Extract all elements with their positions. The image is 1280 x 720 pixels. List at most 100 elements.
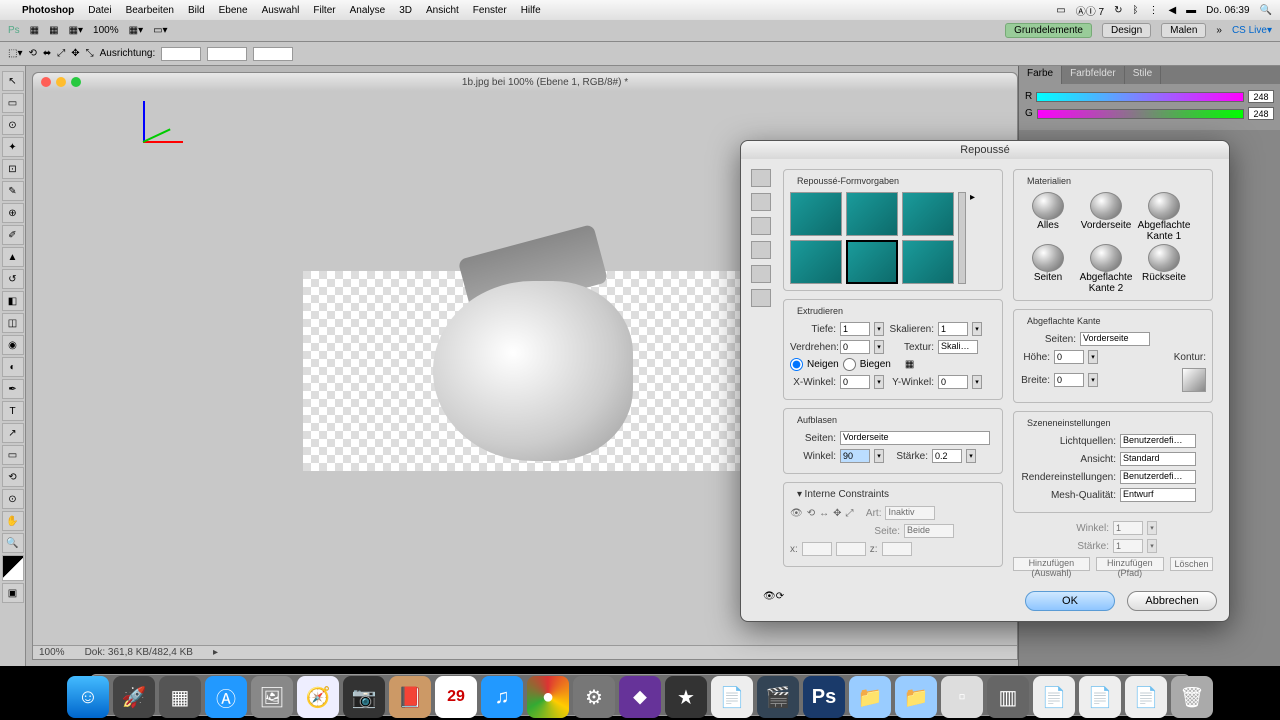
dock-stack-icon[interactable]: ▥ xyxy=(987,676,1029,718)
color-r-slider[interactable] xyxy=(1036,92,1244,102)
3d-camera-tool[interactable]: ⊙ xyxy=(2,489,24,509)
constraint-tool-icon[interactable]: 👁 xyxy=(790,508,803,519)
disclosure-icon[interactable]: ▾ xyxy=(797,489,802,500)
material-swatch[interactable] xyxy=(1032,192,1064,220)
scale-input[interactable] xyxy=(938,322,968,336)
brush-tool[interactable]: ✐ xyxy=(2,225,24,245)
spinner-icon[interactable]: ▾ xyxy=(972,322,982,336)
dock-textedit-icon[interactable]: 📄 xyxy=(711,676,753,718)
dock-photobooth-icon[interactable]: 📷 xyxy=(343,676,385,718)
zoom-tool[interactable]: 🔍 xyxy=(2,533,24,553)
view-extras-icon[interactable]: ▦▾ xyxy=(69,25,83,36)
menubar-clock[interactable]: Do. 06:39 xyxy=(1206,5,1249,16)
constraint-z-input[interactable] xyxy=(882,542,912,556)
spinner-icon[interactable]: ▾ xyxy=(1088,373,1098,387)
constraint-y-input[interactable] xyxy=(836,542,866,556)
dock-contacts-icon[interactable]: 📕 xyxy=(389,676,431,718)
constraint-x-input[interactable] xyxy=(802,542,832,556)
xangle-input[interactable] xyxy=(840,375,870,389)
workspace-grundelemente[interactable]: Grundelemente xyxy=(1005,23,1092,38)
marquee-tool[interactable]: ▭ xyxy=(2,93,24,113)
spotlight-icon[interactable]: 🔍 xyxy=(1260,5,1272,16)
bend-radio-biegen[interactable] xyxy=(843,358,856,371)
inflate-strength-input[interactable] xyxy=(932,449,962,463)
texture-select[interactable]: Skali… xyxy=(938,340,978,354)
menu-bild[interactable]: Bild xyxy=(188,5,205,16)
render-select[interactable]: Benutzerdefi… xyxy=(1120,470,1196,484)
bevel-width-input[interactable] xyxy=(1054,373,1084,387)
color-g-slider[interactable] xyxy=(1037,109,1244,119)
workspace-malen[interactable]: Malen xyxy=(1161,23,1206,38)
dodge-tool[interactable]: ◐ xyxy=(2,357,24,377)
dock-trash-icon[interactable]: 🗑 xyxy=(1171,676,1213,718)
material-swatch[interactable] xyxy=(1032,244,1064,272)
cancel-button[interactable]: Abbrechen xyxy=(1127,591,1217,611)
history-brush-tool[interactable]: ↺ xyxy=(2,269,24,289)
spinner-icon[interactable]: ▾ xyxy=(966,449,976,463)
twist-input[interactable] xyxy=(840,340,870,354)
material-swatch[interactable] xyxy=(1148,244,1180,272)
bluetooth-icon[interactable]: ᛒ xyxy=(1132,5,1138,16)
menu-hilfe[interactable]: Hilfe xyxy=(521,5,541,16)
orientation-z[interactable] xyxy=(253,47,293,61)
constraint-tool-icon[interactable]: ✥ xyxy=(833,508,841,519)
status-arrow-icon[interactable]: ▸ xyxy=(213,647,218,658)
3d-tool-icon[interactable]: ⬌ xyxy=(43,48,51,59)
spinner-icon[interactable]: ▾ xyxy=(874,340,884,354)
workspace-design[interactable]: Design xyxy=(1102,23,1151,38)
dock-calendar-icon[interactable]: 29 xyxy=(435,676,477,718)
bend-radio-neigen[interactable] xyxy=(790,358,803,371)
spinner-icon[interactable]: ▾ xyxy=(1088,350,1098,364)
preset-flyout-icon[interactable]: ▸ xyxy=(970,192,975,284)
tool-light-icon[interactable] xyxy=(751,289,771,307)
dock-safari-icon[interactable]: 🧭 xyxy=(297,676,339,718)
view-select[interactable]: Standard xyxy=(1120,452,1196,466)
dock-launchpad-icon[interactable]: 🚀 xyxy=(113,676,155,718)
screen-mode-icon[interactable]: ▭▾ xyxy=(153,25,167,36)
material-swatch[interactable] xyxy=(1090,244,1122,272)
preset-thumb[interactable] xyxy=(790,192,842,236)
menu-analyse[interactable]: Analyse xyxy=(350,5,386,16)
tool-rotate-icon[interactable] xyxy=(751,193,771,211)
render-preview-icon[interactable]: 👁⟳ xyxy=(763,591,784,611)
3d-tool-icon[interactable]: ⟲ xyxy=(28,48,36,59)
spinner-icon[interactable]: ▾ xyxy=(874,375,884,389)
move-tool[interactable]: ↖ xyxy=(2,71,24,91)
menu-ansicht[interactable]: Ansicht xyxy=(426,5,459,16)
material-swatch[interactable] xyxy=(1148,192,1180,220)
pen-tool[interactable]: ✒ xyxy=(2,379,24,399)
color-g-value[interactable] xyxy=(1248,107,1274,120)
constraint-side-select[interactable]: Beide xyxy=(904,524,954,538)
minibridge-icon[interactable]: ▦ xyxy=(49,25,58,36)
3d-tool-icon[interactable]: ⤢ xyxy=(57,48,65,59)
dock-folder-icon[interactable]: 📁 xyxy=(895,676,937,718)
dock-photoshop-icon[interactable]: Ps xyxy=(803,676,845,718)
blur-tool[interactable]: ◉ xyxy=(2,335,24,355)
add-path-button[interactable]: Hinzufügen (Pfad) xyxy=(1096,557,1164,571)
spinner-icon[interactable]: ▾ xyxy=(874,322,884,336)
axis-x-icon[interactable] xyxy=(143,141,183,143)
dock-missioncontrol-icon[interactable]: ▦ xyxy=(159,676,201,718)
dock-itunes-icon[interactable]: ♫ xyxy=(481,676,523,718)
current-tool-icon[interactable]: ⬚▾ xyxy=(8,48,22,59)
orientation-y[interactable] xyxy=(207,47,247,61)
add-selection-button[interactable]: Hinzufügen (Auswahl) xyxy=(1013,557,1090,571)
dock-finder-icon[interactable]: ☺ xyxy=(67,676,109,718)
preset-thumb[interactable] xyxy=(790,240,842,284)
gradient-tool[interactable]: ◫ xyxy=(2,313,24,333)
menu-ebene[interactable]: Ebene xyxy=(219,5,248,16)
menu-datei[interactable]: Datei xyxy=(88,5,111,16)
spinner-icon[interactable]: ▾ xyxy=(1147,521,1157,535)
spinner-icon[interactable]: ▾ xyxy=(972,375,982,389)
menu-filter[interactable]: Filter xyxy=(313,5,335,16)
tool-home-icon[interactable] xyxy=(751,169,771,187)
dock-chrome-icon[interactable]: ● xyxy=(527,676,569,718)
color-r-value[interactable] xyxy=(1248,90,1274,103)
constraint-type-select[interactable]: Inaktiv xyxy=(885,506,935,520)
menu-bearbeiten[interactable]: Bearbeiten xyxy=(126,5,174,16)
tool-pan-icon[interactable] xyxy=(751,217,771,235)
tool-scale-icon[interactable] xyxy=(751,265,771,283)
cs-live[interactable]: CS Live▾ xyxy=(1232,25,1272,36)
dock-stack-icon[interactable]: 📄 xyxy=(1079,676,1121,718)
healing-tool[interactable]: ⊕ xyxy=(2,203,24,223)
